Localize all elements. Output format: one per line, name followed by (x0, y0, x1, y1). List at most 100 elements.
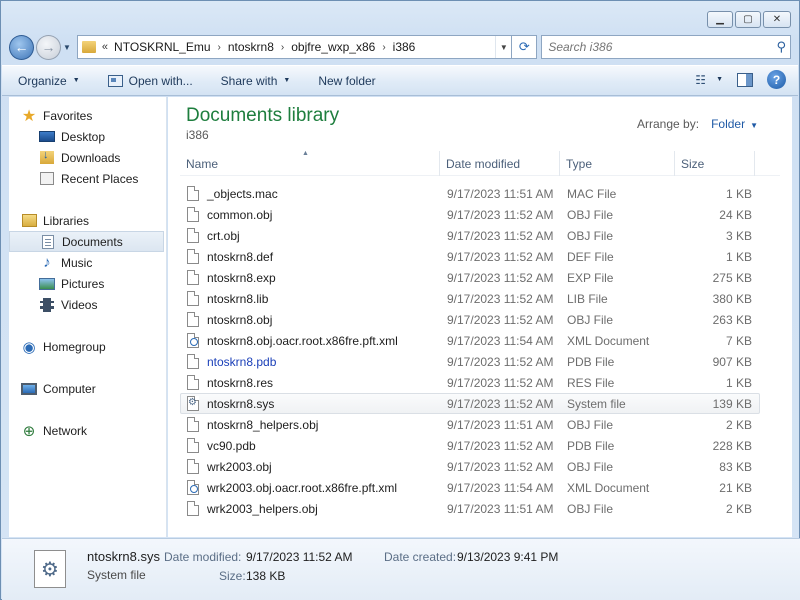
file-row[interactable]: ntoskrn8.lib 9/17/2023 11:52 AM LIB File 38… (180, 288, 760, 309)
file-name-cell[interactable]: ntoskrn8.res (181, 375, 441, 390)
breadcrumb-item[interactable]: i386 (393, 40, 416, 54)
search-input[interactable] (548, 40, 759, 54)
file-name-cell[interactable]: crt.obj (181, 228, 441, 243)
file-row[interactable]: ntoskrn8.def 9/17/2023 11:52 AM DEF File 1 … (180, 246, 760, 267)
sidebar-item-homegroup[interactable]: ◉ Homegroup (9, 336, 166, 357)
sidebar-item-music[interactable]: ♪ Music (9, 252, 166, 273)
breadcrumb-separator-icon[interactable]: › (281, 42, 284, 53)
file-name-cell[interactable]: wrk2003_helpers.obj (181, 501, 441, 516)
sidebar-item-libraries[interactable]: Libraries (9, 210, 166, 231)
help-icon[interactable]: ? (767, 70, 786, 89)
change-view-button[interactable]: ☷ ▼ (695, 73, 723, 87)
open-with-button[interactable]: Open with... (107, 73, 193, 88)
file-icon (187, 186, 199, 201)
sidebar-item-documents[interactable]: Documents (9, 231, 164, 252)
file-date-modified: 9/17/2023 11:51 AM (447, 417, 554, 432)
arrange-by-dropdown[interactable]: Folder (711, 117, 745, 131)
file-name-cell[interactable]: vc90.pdb (181, 438, 441, 453)
column-header-date-modified[interactable]: Date modified (440, 151, 560, 176)
file-row[interactable]: vc90.pdb 9/17/2023 11:52 AM PDB File 228 KB (180, 435, 760, 456)
file-row[interactable]: wrk2003_helpers.obj 9/17/2023 11:51 AM OBJ… (180, 498, 760, 519)
file-name: ntoskrn8.lib (207, 291, 269, 306)
file-type: OBJ File (567, 207, 614, 222)
file-row[interactable]: _objects.mac 9/17/2023 11:51 AM MAC File 1 … (180, 183, 760, 204)
chevron-down-icon[interactable]: ▼ (750, 121, 758, 130)
file-name-cell[interactable]: ntoskrn8.obj.oacr.root.x86fre.pft.xml (181, 333, 441, 348)
details-date-modified-label: Date modified: (164, 550, 242, 564)
close-button[interactable]: ✕ (763, 11, 791, 28)
file-icon (187, 270, 199, 285)
file-size: 7 KB (725, 333, 752, 348)
sidebar-item-pictures[interactable]: Pictures (9, 273, 166, 294)
breadcrumb-separator-icon[interactable]: › (218, 42, 221, 53)
file-icon (187, 312, 199, 327)
libraries-icon (21, 214, 37, 227)
refresh-button[interactable]: ⟳ (512, 35, 538, 59)
file-row[interactable]: ntoskrn8.res 9/17/2023 11:52 AM RES File 1 … (180, 372, 760, 393)
maximize-button[interactable]: ▢ (735, 11, 761, 28)
sidebar-item-computer[interactable]: Computer (9, 378, 166, 399)
recent-pages-dropdown[interactable]: ▼ (61, 35, 73, 60)
sidebar-item-videos[interactable]: Videos (9, 294, 166, 315)
column-header-type[interactable]: Type (560, 151, 675, 176)
share-with-button[interactable]: Share with ▼ (221, 74, 291, 88)
organize-button[interactable]: Organize ▼ (18, 74, 80, 88)
back-button[interactable]: ← (9, 34, 34, 60)
file-date-modified: 9/17/2023 11:52 AM (447, 228, 554, 243)
search-box[interactable]: ⚲ (541, 35, 791, 59)
file-name-cell[interactable]: wrk2003.obj.oacr.root.x86fre.pft.xml (181, 480, 441, 495)
file-row[interactable]: ntoskrn8.exp 9/17/2023 11:52 AM EXP File 27… (180, 267, 760, 288)
file-name-cell[interactable]: ntoskrn8.def (181, 249, 441, 264)
open-with-label: Open with... (128, 73, 193, 88)
address-history-dropdown[interactable]: ▼ (495, 36, 511, 58)
file-row[interactable]: wrk2003.obj.oacr.root.x86fre.pft.xml 9/17… (180, 477, 760, 498)
new-folder-button[interactable]: New folder (318, 74, 375, 88)
file-row[interactable]: ntoskrn8.sys 9/17/2023 11:52 AM System fil… (180, 393, 760, 414)
details-file-type: System file (87, 568, 146, 582)
file-name-cell[interactable]: wrk2003.obj (181, 459, 441, 474)
breadcrumb-separator-icon[interactable]: › (382, 42, 385, 53)
sidebar-item-desktop[interactable]: Desktop (9, 126, 166, 147)
file-row[interactable]: ntoskrn8.pdb 9/17/2023 11:52 AM PDB File 90… (180, 351, 760, 372)
column-header-name[interactable]: Name ▲ (180, 150, 440, 176)
sidebar-item-recent-places[interactable]: Recent Places (9, 168, 166, 189)
file-row[interactable]: ntoskrn8_helpers.obj 9/17/2023 11:51 AM OB… (180, 414, 760, 435)
file-name-cell[interactable]: common.obj (181, 207, 441, 222)
file-name-cell[interactable]: ntoskrn8.sys (181, 396, 441, 411)
file-name: ntoskrn8.exp (207, 270, 276, 285)
file-type: MAC File (567, 186, 617, 201)
file-name-cell[interactable]: ntoskrn8.exp (181, 270, 441, 285)
file-row[interactable]: ntoskrn8.obj.oacr.root.x86fre.pft.xml 9/1… (180, 330, 760, 351)
breadcrumb-item[interactable]: NTOSKRNL_Emu (114, 40, 210, 54)
videos-icon (40, 297, 54, 312)
chevron-down-icon: ▼ (716, 76, 723, 83)
sidebar-item-network[interactable]: ⊕ Network (9, 420, 166, 441)
breadcrumb-item[interactable]: ntoskrn8 (228, 40, 274, 54)
preview-pane-icon[interactable] (737, 72, 753, 87)
file-row[interactable]: common.obj 9/17/2023 11:52 AM OBJ File 24 K… (180, 204, 760, 225)
file-name-cell[interactable]: ntoskrn8_helpers.obj (181, 417, 441, 432)
file-name-cell[interactable]: ntoskrn8.obj (181, 312, 441, 327)
breadcrumb-overflow-chevron[interactable]: « (102, 41, 108, 53)
xml-file-icon (187, 480, 199, 495)
file-row[interactable]: wrk2003.obj 9/17/2023 11:52 AM OBJ File 83 … (180, 456, 760, 477)
address-bar[interactable]: « NTOSKRNL_Emu › ntoskrn8 › objfre_wxp_x… (76, 35, 513, 59)
sidebar-item-label: Favorites (43, 108, 93, 123)
minimize-button[interactable]: ▁ (707, 11, 733, 28)
file-name-cell[interactable]: _objects.mac (181, 186, 441, 201)
search-icon[interactable]: ⚲ (776, 39, 786, 55)
file-name-cell[interactable]: ntoskrn8.lib (181, 291, 441, 306)
breadcrumb-item[interactable]: objfre_wxp_x86 (291, 40, 375, 54)
column-header-size[interactable]: Size (675, 151, 755, 176)
details-pane: ⚙ ntoskrn8.sys System file Date modified… (2, 538, 800, 600)
file-name-cell[interactable]: ntoskrn8.pdb (181, 354, 441, 369)
library-subtitle: i386 (186, 128, 209, 142)
file-name: ntoskrn8.res (207, 375, 274, 390)
forward-button[interactable]: → (35, 34, 61, 60)
sidebar-item-favorites[interactable]: ★ Favorites (9, 105, 166, 126)
sidebar-item-downloads[interactable]: Downloads (9, 147, 166, 168)
column-header-label: Name (186, 156, 219, 171)
file-row[interactable]: crt.obj 9/17/2023 11:52 AM OBJ File 3 KB (180, 225, 760, 246)
file-icon (187, 417, 199, 432)
file-row[interactable]: ntoskrn8.obj 9/17/2023 11:52 AM OBJ File 26… (180, 309, 760, 330)
